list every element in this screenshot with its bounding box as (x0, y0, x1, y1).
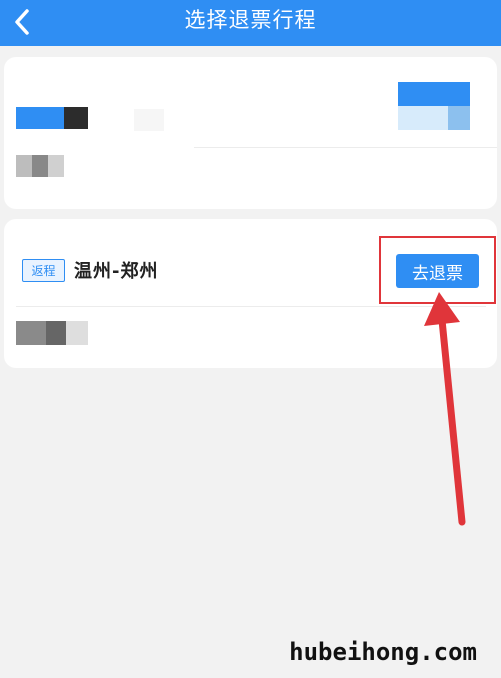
blurred-date-mid (32, 155, 48, 177)
watermark-text: hubeihong.com (289, 638, 477, 666)
card-divider (16, 306, 486, 307)
blurred-badge-tail (64, 107, 88, 129)
refund-button[interactable]: 去退票 (396, 254, 479, 288)
blurred-date-mid (46, 321, 66, 345)
header-bar: 选择退票行程 (0, 0, 501, 46)
trip-card-return: 返程 温州-郑州 去退票 (4, 219, 497, 368)
blurred-text (134, 109, 164, 131)
blurred-button (398, 82, 470, 106)
blurred-date-end (48, 155, 64, 177)
card-divider (194, 147, 497, 148)
blurred-date (16, 321, 46, 345)
blurred-date (16, 155, 32, 177)
blurred-button-corner (448, 106, 470, 130)
page-title: 选择退票行程 (184, 8, 317, 32)
blurred-date-end (66, 321, 88, 345)
blurred-badge (16, 107, 64, 129)
trip-card-outbound[interactable] (4, 57, 497, 209)
route-label: 温州-郑州 (74, 261, 159, 282)
return-trip-badge: 返程 (22, 259, 65, 282)
